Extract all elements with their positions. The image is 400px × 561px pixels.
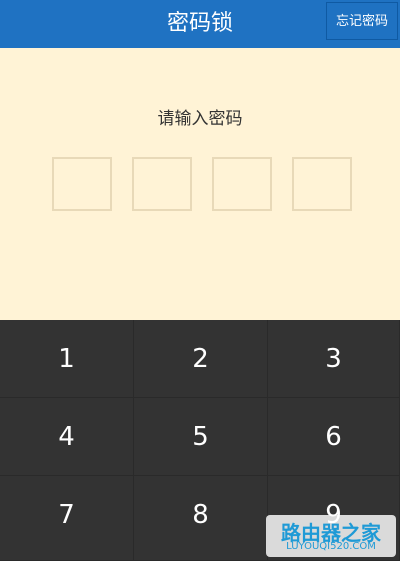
key-8[interactable]: 8 [134, 476, 268, 561]
password-prompt: 请输入密码 [157, 109, 243, 129]
pin-input-group [52, 157, 354, 213]
key-7[interactable]: 7 [0, 476, 134, 561]
lock-screen: 密码锁 忘记密码 请输入密码 1 2 3 4 5 6 7 8 9 路由器之家 L… [0, 0, 400, 561]
key-1[interactable]: 1 [0, 320, 134, 398]
key-4[interactable]: 4 [0, 398, 134, 476]
pin-box-3[interactable] [212, 157, 272, 211]
header-bar: 密码锁 忘记密码 [0, 0, 400, 48]
watermark-logo: 路由器之家 LUYOUQI520.COM [266, 515, 396, 557]
key-3[interactable]: 3 [268, 320, 400, 398]
pin-box-4[interactable] [292, 157, 352, 211]
pin-box-2[interactable] [132, 157, 192, 211]
key-6[interactable]: 6 [268, 398, 400, 476]
forgot-password-button[interactable]: 忘记密码 [326, 2, 398, 40]
pin-box-1[interactable] [52, 157, 112, 211]
key-5[interactable]: 5 [134, 398, 268, 476]
key-2[interactable]: 2 [134, 320, 268, 398]
watermark-url: LUYOUQI520.COM [286, 541, 376, 552]
